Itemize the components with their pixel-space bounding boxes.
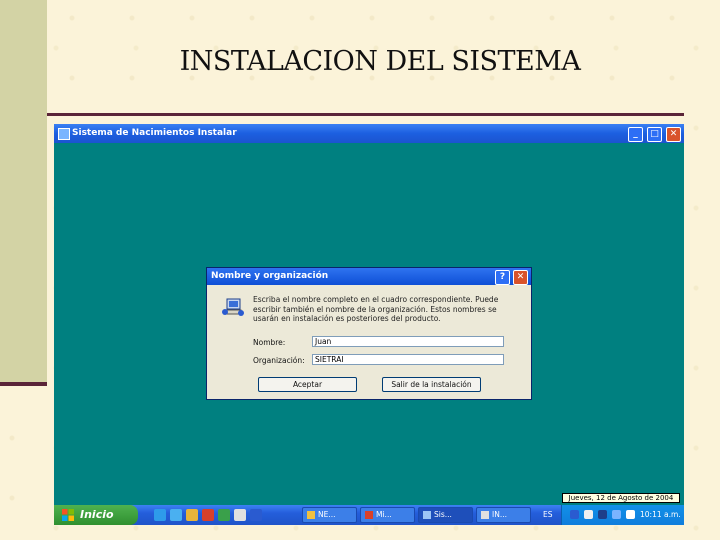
close-icon[interactable]: ✕ (666, 127, 681, 142)
task-button-mi[interactable]: Mi... (360, 507, 415, 523)
outlook-icon[interactable] (170, 509, 182, 521)
taskbar: Inicio NE... Mi... Sis... IN... ES 10:11… (54, 505, 684, 525)
computer-users-icon (222, 298, 244, 316)
organization-input[interactable]: SIETRAI (312, 354, 504, 365)
window-icon[interactable] (234, 509, 246, 521)
dialog-title: Nombre y organización (211, 271, 329, 281)
setup-icon (423, 511, 431, 519)
task-button-sis[interactable]: Sis... (418, 507, 473, 523)
slide-title: INSTALACION DEL SISTEMA (179, 46, 581, 77)
slide-title-rule (47, 113, 684, 116)
shield-icon[interactable] (598, 510, 607, 519)
network-icon[interactable] (570, 510, 579, 519)
exit-setup-button[interactable]: Salir de la instalación (382, 377, 481, 392)
dialog-titlebar[interactable]: Nombre y organización ? ✕ (207, 268, 531, 285)
folder-icon (307, 511, 315, 519)
minimize-icon[interactable]: _ (628, 127, 643, 142)
task-button-ne[interactable]: NE... (302, 507, 357, 523)
excel-icon[interactable] (218, 509, 230, 521)
clock-tooltip: Jueves, 12 de Agosto de 2004 (562, 493, 680, 503)
clock[interactable]: 10:11 a.m. (640, 505, 681, 525)
dialog-close-icon[interactable]: ✕ (513, 270, 528, 285)
slide-side-rule (0, 382, 47, 386)
tool-icon[interactable] (202, 509, 214, 521)
language-indicator[interactable]: ES (543, 505, 553, 525)
task-label: Mi... (376, 510, 392, 519)
installer-window: Sistema de Nacimientos Instalar _ □ ✕ No… (54, 124, 684, 525)
ie-icon[interactable] (154, 509, 166, 521)
window-title: Sistema de Nacimientos Instalar (72, 128, 237, 138)
document-icon (481, 511, 489, 519)
app-icon (58, 128, 70, 140)
security-icon[interactable] (584, 510, 593, 519)
task-button-in[interactable]: IN... (476, 507, 531, 523)
windows-logo-icon (62, 509, 74, 521)
window-titlebar[interactable]: Sistema de Nacimientos Instalar _ □ ✕ (54, 124, 684, 143)
start-button[interactable]: Inicio (54, 505, 138, 525)
name-organization-dialog: Nombre y organización ? ✕ Escriba el nom… (206, 267, 532, 400)
name-input[interactable]: Juan (312, 336, 504, 347)
accept-button[interactable]: Aceptar (258, 377, 357, 392)
maximize-icon[interactable]: □ (647, 127, 662, 142)
start-label: Inicio (80, 508, 114, 521)
dialog-message: Escriba el nombre completo en el cuadro … (253, 295, 499, 323)
media-icon[interactable] (186, 509, 198, 521)
volume-icon[interactable] (626, 510, 635, 519)
organization-label: Organización: (253, 356, 305, 365)
name-label: Nombre: (253, 338, 286, 347)
app-icon (365, 511, 373, 519)
task-label: NE... (318, 510, 336, 519)
task-label: Sis... (434, 510, 452, 519)
task-label: IN... (492, 510, 507, 519)
system-tray: 10:11 a.m. (561, 505, 684, 525)
monitor-icon[interactable] (612, 510, 621, 519)
word-icon[interactable] (250, 509, 262, 521)
help-icon[interactable]: ? (495, 270, 510, 285)
